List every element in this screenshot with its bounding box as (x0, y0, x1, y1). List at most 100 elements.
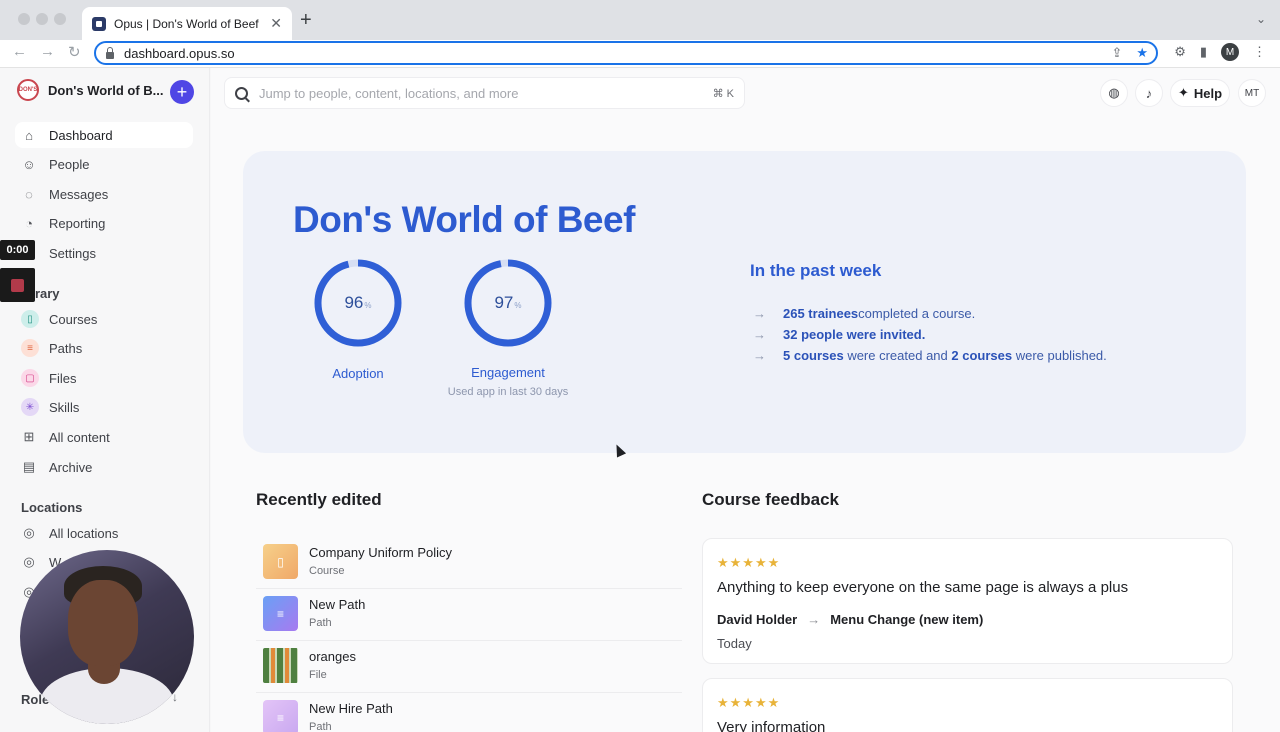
sidebar-item-all-content[interactable]: ⊞ All content (15, 424, 193, 450)
archive-icon: ▤ (22, 459, 36, 474)
window-close-button[interactable] (18, 13, 30, 25)
image-thumbnail-icon (263, 648, 298, 683)
week-stat: 5 courses (783, 348, 844, 363)
browser-tab-bar: Opus | Don's World of Beef ✕ + ⌄ (0, 0, 1280, 40)
recording-stop-button[interactable] (0, 268, 35, 302)
browser-tab[interactable]: Opus | Don's World of Beef ✕ (82, 7, 292, 40)
list-icon: ≡ (263, 700, 298, 732)
sidebar-item-people[interactable]: ☺ People (15, 151, 193, 177)
sidebar-item-label: People (49, 156, 90, 172)
week-summary-title: In the past week (750, 261, 882, 280)
week-summary-line: → 32 people were invited. (753, 327, 925, 342)
location-pin-icon: ◎ (23, 554, 35, 569)
lock-icon (106, 46, 114, 59)
extensions-puzzle-icon[interactable]: ⚙ (1174, 44, 1186, 60)
more-menu-icon[interactable]: ⋮ (1253, 44, 1266, 60)
sidebar-item-dashboard[interactable]: ⌂ Dashboard (15, 122, 193, 148)
window-zoom-button[interactable] (54, 13, 66, 25)
feedback-course-path: David Holder → Menu Change (new item) (717, 612, 983, 627)
org-name: Don's World of B... (48, 82, 164, 98)
sidebar: DON'S Don's World of B... + ⌂ Dashboard … (0, 68, 210, 732)
opus-favicon-icon (92, 16, 106, 31)
recording-timer: 0:00 (0, 240, 35, 260)
week-text: were created and (843, 348, 952, 363)
bell-icon[interactable]: ♪ (1135, 79, 1163, 107)
sidebar-item-label: Courses (49, 311, 98, 327)
sidebar-item-courses[interactable]: ▯ Courses (15, 306, 193, 332)
feedback-course[interactable]: Menu Change (new item) (830, 612, 983, 627)
sidebar-item-archive[interactable]: ▤ Archive (15, 454, 193, 480)
feedback-date: Today (717, 636, 752, 651)
add-button[interactable]: + (170, 80, 194, 104)
adoption-ring: 96% (313, 258, 403, 348)
arrow-right-icon: → (753, 348, 766, 363)
sidebar-item-skills[interactable]: ✳ Skills (15, 394, 193, 420)
sidebar-item-label: Skills (49, 399, 80, 415)
feedback-text: Anything to keep everyone on the same pa… (717, 579, 1129, 596)
file-icon: ▢ (21, 369, 39, 387)
list-item-title: oranges (309, 649, 356, 664)
sidebar-item-label: Settings (49, 245, 96, 261)
share-icon[interactable]: ⇪ (1111, 45, 1122, 61)
list-item-type: Path (309, 617, 332, 629)
reload-icon[interactable]: ↻ (68, 43, 81, 61)
sidebar-item-settings[interactable]: ⚙ Settings (15, 240, 193, 266)
engagement-label: Engagement (471, 365, 545, 380)
week-text: completed a course. (858, 306, 976, 321)
new-tab-button[interactable]: + (300, 10, 312, 30)
week-summary-line: → 5 courses were created and 2 courses w… (753, 348, 1107, 363)
globe-icon[interactable]: ◍ (1100, 79, 1128, 107)
list-item[interactable]: ≡ New Hire Path Path (256, 693, 682, 732)
chevron-down-icon[interactable]: ⌄ (1256, 12, 1266, 26)
search-icon (235, 86, 248, 100)
adoption-value: 96 (344, 293, 364, 312)
sidebar-item-paths[interactable]: ≡ Paths (15, 335, 193, 361)
side-panel-icon[interactable]: ▮ (1200, 44, 1207, 60)
help-label: Help (1193, 85, 1223, 101)
list-item[interactable]: ≡ New Path Path (256, 589, 682, 641)
close-icon[interactable]: ✕ (270, 15, 282, 32)
sidebar-item-reporting[interactable]: ◔ Reporting (15, 210, 193, 236)
back-arrow-icon[interactable]: ← (12, 43, 27, 60)
sidebar-item-label: Reporting (49, 215, 106, 231)
list-icon: ≡ (21, 339, 39, 357)
list-item-title: New Path (309, 597, 366, 612)
sidebar-item-label: Archive (49, 459, 93, 475)
arrow-right-icon: → (753, 327, 766, 342)
sidebar-item-label: All content (49, 429, 110, 445)
sidebar-item-label: Files (49, 370, 77, 386)
feedback-card[interactable]: ★★★★★ Anything to keep everyone on the s… (702, 538, 1233, 664)
adoption-unit: % (364, 301, 372, 310)
locations-section-label: Locations (21, 500, 83, 515)
feedback-card[interactable]: ★★★★★ Very information (702, 678, 1233, 732)
org-switcher[interactable]: DON'S Don's World of B... (17, 79, 164, 101)
help-button[interactable]: ✦ Help (1170, 79, 1230, 107)
list-item[interactable]: oranges File (256, 641, 682, 693)
arrow-right-icon: → (807, 612, 821, 627)
forward-arrow-icon[interactable]: → (40, 43, 55, 60)
bookmark-star-icon[interactable]: ★ (1136, 45, 1148, 61)
sidebar-item-all-locations[interactable]: ◎ All locations (15, 520, 193, 546)
list-item[interactable]: ▯ Company Uniform Policy Course (256, 537, 682, 589)
search-input[interactable]: Jump to people, content, locations, and … (224, 77, 745, 109)
feedback-text: Very information (717, 719, 826, 732)
tab-title: Opus | Don's World of Beef (114, 16, 259, 31)
avatar[interactable]: MT (1238, 79, 1266, 107)
sidebar-item-files[interactable]: ▢ Files (15, 365, 193, 391)
page-title: Don's World of Beef (293, 199, 635, 240)
engagement-unit: % (514, 301, 522, 310)
week-stat: 265 trainees (783, 306, 859, 321)
sidebar-item-label: Paths (49, 340, 83, 356)
org-logo: DON'S (17, 79, 39, 101)
sidebar-item-label: All locations (49, 525, 119, 541)
profile-avatar[interactable]: M (1221, 43, 1239, 61)
week-stat: 32 people were invited. (783, 327, 926, 342)
window-minimize-button[interactable] (36, 13, 48, 25)
location-pin-icon: ◎ (23, 525, 35, 540)
address-bar[interactable]: dashboard.opus.so ⇪ ★ (94, 41, 1158, 65)
week-summary-line: → 265 trainees completed a course. (753, 306, 975, 321)
search-placeholder: Jump to people, content, locations, and … (259, 85, 519, 101)
sidebar-item-label: Dashboard (49, 127, 113, 143)
webcam-overlay[interactable] (20, 550, 194, 724)
sidebar-item-messages[interactable]: ◌ Messages (15, 181, 193, 207)
